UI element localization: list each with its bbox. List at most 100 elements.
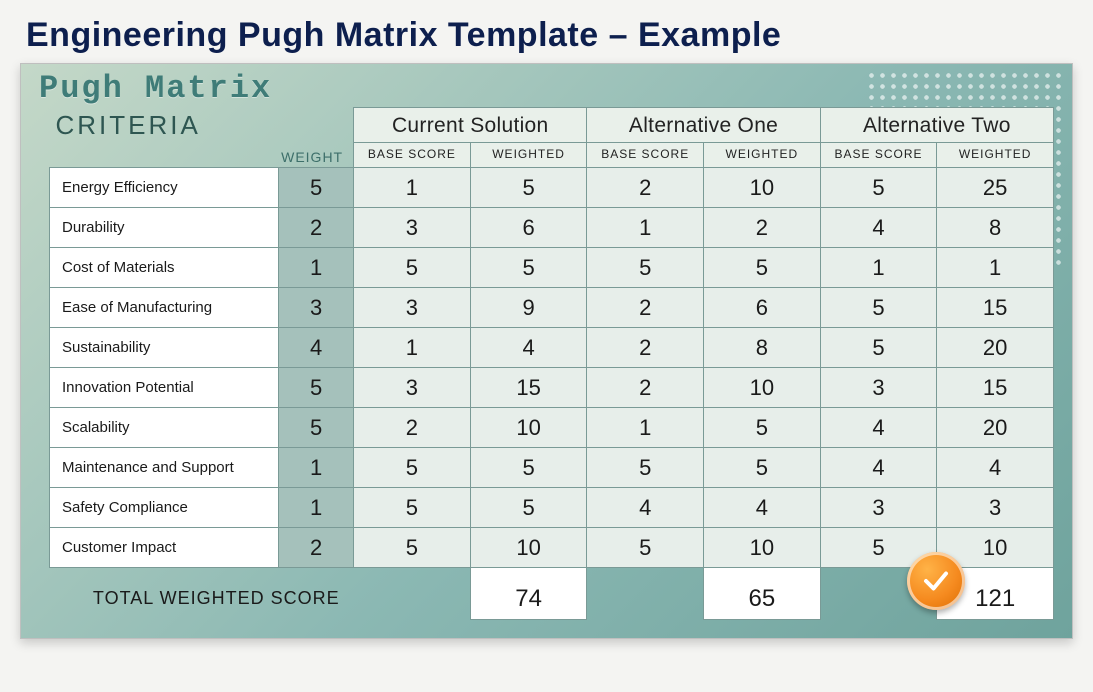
- table-row: Cost of Materials1555511: [50, 248, 1054, 288]
- base-score-cell: 4: [820, 408, 937, 448]
- criteria-weight: 1: [279, 248, 354, 288]
- base-score-header: BASE SCORE: [820, 143, 937, 168]
- base-score-cell: 1: [354, 168, 471, 208]
- weighted-cell: 5: [470, 248, 587, 288]
- criteria-name: Safety Compliance: [50, 488, 279, 528]
- base-score-cell: 4: [820, 448, 937, 488]
- base-score-cell: 2: [587, 288, 704, 328]
- total-weighted-label: TOTAL WEIGHTED SCORE: [50, 568, 354, 620]
- weighted-cell: 2: [704, 208, 821, 248]
- criteria-weight: 1: [279, 448, 354, 488]
- weighted-cell: 20: [937, 328, 1054, 368]
- base-score-cell: 1: [587, 208, 704, 248]
- weighted-cell: 6: [704, 288, 821, 328]
- weighted-cell: 3: [937, 488, 1054, 528]
- page-title: Engineering Pugh Matrix Template – Examp…: [26, 16, 1073, 55]
- base-score-cell: 3: [354, 288, 471, 328]
- base-score-cell: 1: [354, 328, 471, 368]
- criteria-name: Maintenance and Support: [50, 448, 279, 488]
- base-score-cell: 2: [354, 408, 471, 448]
- base-score-cell: 5: [354, 248, 471, 288]
- alternative-header: Alternative One: [587, 108, 820, 143]
- total-weighted-score: 74: [470, 568, 587, 620]
- weighted-cell: 8: [937, 208, 1054, 248]
- weighted-header: WEIGHTED: [704, 143, 821, 168]
- base-score-cell: 5: [820, 328, 937, 368]
- base-score-cell: 3: [820, 368, 937, 408]
- weighted-cell: 25: [937, 168, 1054, 208]
- base-score-cell: 3: [820, 488, 937, 528]
- weighted-cell: 15: [937, 368, 1054, 408]
- base-score-cell: 5: [587, 448, 704, 488]
- table-row: Safety Compliance1554433: [50, 488, 1054, 528]
- criteria-weight: 3: [279, 288, 354, 328]
- base-score-cell: 5: [354, 488, 471, 528]
- weighted-cell: 4: [470, 328, 587, 368]
- weighted-cell: 5: [470, 488, 587, 528]
- base-score-header: BASE SCORE: [354, 143, 471, 168]
- weighted-cell: 5: [470, 168, 587, 208]
- base-score-cell: 5: [820, 288, 937, 328]
- weighted-cell: 20: [937, 408, 1054, 448]
- weighted-cell: 15: [470, 368, 587, 408]
- weighted-cell: 15: [937, 288, 1054, 328]
- weighted-cell: 10: [704, 368, 821, 408]
- weighted-cell: 5: [704, 448, 821, 488]
- weighted-cell: 4: [937, 448, 1054, 488]
- base-score-cell: 5: [587, 248, 704, 288]
- total-weighted-score: 65: [704, 568, 821, 620]
- table-row: Energy Efficiency515210525: [50, 168, 1054, 208]
- criteria-name: Sustainability: [50, 328, 279, 368]
- base-score-cell: 3: [354, 208, 471, 248]
- alternative-header: Alternative Two: [820, 108, 1053, 143]
- criteria-name: Cost of Materials: [50, 248, 279, 288]
- base-score-cell: 2: [587, 328, 704, 368]
- base-score-cell: 5: [354, 528, 471, 568]
- base-score-cell: 4: [820, 208, 937, 248]
- alternative-header: Current Solution: [354, 108, 587, 143]
- criteria-name: Innovation Potential: [50, 368, 279, 408]
- criteria-weight: 4: [279, 328, 354, 368]
- weighted-cell: 5: [704, 408, 821, 448]
- weighted-cell: 10: [470, 408, 587, 448]
- weighted-cell: 5: [470, 448, 587, 488]
- weighted-cell: 5: [704, 248, 821, 288]
- criteria-header: CRITERIA: [50, 108, 279, 143]
- criteria-name: Durability: [50, 208, 279, 248]
- criteria-name: Ease of Manufacturing: [50, 288, 279, 328]
- criteria-name: Customer Impact: [50, 528, 279, 568]
- table-row: Innovation Potential5315210315: [50, 368, 1054, 408]
- base-score-header: BASE SCORE: [587, 143, 704, 168]
- base-score-cell: 5: [587, 528, 704, 568]
- weight-header: WEIGHT: [279, 108, 354, 168]
- base-score-cell: 1: [587, 408, 704, 448]
- base-score-cell: 5: [354, 448, 471, 488]
- criteria-name: Scalability: [50, 408, 279, 448]
- matrix-title: Pugh Matrix: [21, 64, 1072, 107]
- table-row: Ease of Manufacturing33926515: [50, 288, 1054, 328]
- base-score-cell: 2: [587, 368, 704, 408]
- table-row: Sustainability41428520: [50, 328, 1054, 368]
- base-score-cell: 4: [587, 488, 704, 528]
- weighted-cell: 10: [470, 528, 587, 568]
- weighted-cell: 6: [470, 208, 587, 248]
- criteria-weight: 2: [279, 208, 354, 248]
- table-row: Durability2361248: [50, 208, 1054, 248]
- base-score-cell: 3: [354, 368, 471, 408]
- criteria-weight: 1: [279, 488, 354, 528]
- weighted-cell: 9: [470, 288, 587, 328]
- criteria-weight: 5: [279, 368, 354, 408]
- pugh-matrix-table: CRITERIA WEIGHT Current Solution Alterna…: [49, 107, 1054, 620]
- weighted-cell: 1: [937, 248, 1054, 288]
- winner-checkmark-icon: [907, 552, 965, 610]
- weighted-cell: 10: [704, 528, 821, 568]
- criteria-weight: 5: [279, 168, 354, 208]
- pugh-matrix-card: Pugh Matrix CRITERIA WEIGHT Current Solu…: [20, 63, 1073, 639]
- criteria-name: Energy Efficiency: [50, 168, 279, 208]
- criteria-weight: 5: [279, 408, 354, 448]
- base-score-cell: 2: [587, 168, 704, 208]
- weighted-cell: 4: [704, 488, 821, 528]
- base-score-cell: 1: [820, 248, 937, 288]
- table-row: Customer Impact2510510510: [50, 528, 1054, 568]
- table-row: Scalability521015420: [50, 408, 1054, 448]
